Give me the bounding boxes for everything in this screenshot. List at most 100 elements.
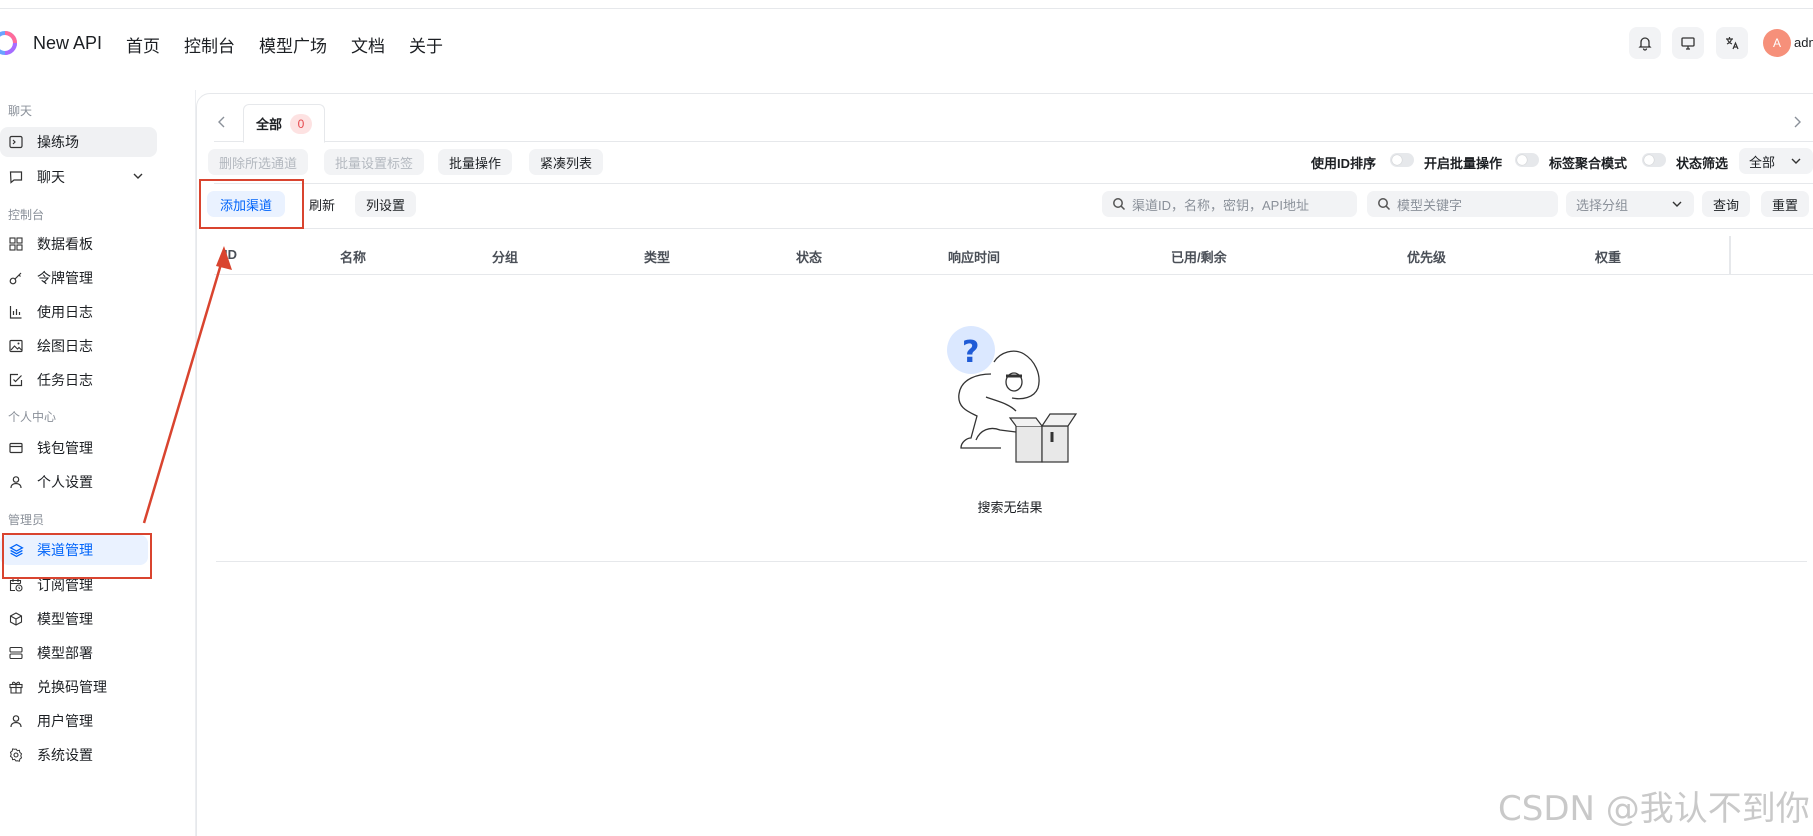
brand-name[interactable]: New API [33,33,102,54]
search-icon [1113,198,1126,211]
table-header-divider [214,274,1813,275]
sidebar-item-system-settings[interactable]: 系统设置 [0,740,157,770]
sidebar-item-tokens[interactable]: 令牌管理 [0,263,157,293]
channel-search-input[interactable]: 渠道ID，名称，密钥，API地址 [1102,191,1357,217]
translate-icon [1726,37,1739,50]
sidebar-item-label: 钱包管理 [37,440,93,456]
compact-list-button[interactable]: 紧凑列表 [529,149,604,175]
section-admin: 管理员 [8,513,45,527]
sidebar-item-users[interactable]: 用户管理 [0,706,157,736]
sidebar-item-label: 用户管理 [37,713,93,729]
refresh-button[interactable]: 刷新 [298,191,346,217]
gear-icon [8,747,24,763]
sidebar-item-model-deploy[interactable]: 模型部署 [0,638,157,668]
sort-by-id-label: 使用ID排序 [1311,156,1377,171]
toolbar-divider [214,183,1813,184]
batch-tag-button[interactable]: 批量设置标签 [324,149,425,175]
column-used-remaining[interactable]: 已用/剩余 [1171,247,1227,266]
sort-by-id-toggle[interactable] [1390,153,1414,167]
username[interactable]: admin [1794,35,1813,50]
message-icon [8,169,24,185]
sidebar-item-models[interactable]: 模型管理 [0,604,157,634]
section-console: 控制台 [8,208,45,222]
query-button[interactable]: 查询 [1702,191,1751,217]
watermark: CSDN @我认不到你 [1498,789,1810,829]
checkbox-icon [8,372,24,388]
column-response-time[interactable]: 响应时间 [948,247,1000,266]
sidebar-item-personal-settings[interactable]: 个人设置 [0,467,157,497]
section-personal: 个人中心 [8,410,57,424]
table-top-divider [214,228,1813,229]
sidebar-item-wallet[interactable]: 钱包管理 [0,433,157,463]
tab-label: 全部 [256,117,283,132]
column-id[interactable]: ID [224,247,237,262]
column-group[interactable]: 分组 [492,247,518,266]
sidebar-item-label: 模型部署 [37,645,93,661]
sidebar-item-redeem[interactable]: 兑换码管理 [0,672,157,702]
column-type[interactable]: 类型 [644,247,670,266]
status-filter-value: 全部 [1749,154,1776,170]
app-logo-icon[interactable] [0,30,18,56]
calendar-clock-icon [8,577,24,593]
chevron-right-icon[interactable] [1789,114,1805,130]
status-filter-label: 状态筛选 [1676,156,1729,171]
column-name[interactable]: 名称 [340,247,366,266]
terminal-icon [8,134,24,150]
annotation-box-add-channel [199,179,304,229]
empty-state-text: 搜索无结果 [977,500,1043,515]
annotation-box-channels [2,533,152,579]
nav-home[interactable]: 首页 [126,32,160,57]
sidebar-item-chat[interactable]: 聊天 [0,162,157,192]
column-weight[interactable]: 权重 [1595,247,1621,266]
batch-mode-toggle[interactable] [1515,153,1539,167]
sidebar-item-label: 聊天 [37,169,65,185]
section-chat: 聊天 [8,104,33,118]
column-status[interactable]: 状态 [796,247,822,266]
sidebar-item-playground[interactable]: 操练场 [0,127,157,157]
reset-button[interactable]: 重置 [1761,191,1810,217]
sidebar-item-label: 模型管理 [37,611,93,627]
sidebar: 聊天 操练场 聊天 控制台 数据看板 令牌管理 使用日志 绘图日志 任务日志 个… [0,90,196,836]
status-filter-select[interactable]: 全部 [1739,148,1813,174]
monitor-icon [1681,37,1695,50]
sidebar-item-drawing-log[interactable]: 绘图日志 [0,331,157,361]
nav-about[interactable]: 关于 [409,32,443,57]
theme-button[interactable] [1672,27,1704,59]
notifications-button[interactable] [1629,27,1661,59]
sidebar-item-label: 系统设置 [37,747,93,763]
cube-icon [8,611,24,627]
tag-aggregate-label: 标签聚合模式 [1549,156,1628,171]
model-keyword-placeholder: 模型关键字 [1397,197,1463,213]
sidebar-item-label: 令牌管理 [37,270,93,286]
tag-aggregate-toggle[interactable] [1642,153,1666,167]
group-select-placeholder: 选择分组 [1576,197,1629,213]
nav-model-market[interactable]: 模型广场 [259,32,327,57]
group-select[interactable]: 选择分组 [1566,191,1694,217]
nav-console[interactable]: 控制台 [184,32,235,57]
sidebar-item-label: 数据看板 [37,236,93,252]
channel-search-placeholder: 渠道ID，名称，密钥，API地址 [1132,197,1309,213]
sidebar-item-task-log[interactable]: 任务日志 [0,365,157,395]
sidebar-item-label: 兑换码管理 [37,679,107,695]
chevron-down-icon [1791,158,1801,164]
chevron-down-icon[interactable] [131,169,145,183]
user-icon [8,713,24,729]
sidebar-item-usage-log[interactable]: 使用日志 [0,297,157,327]
batch-operations-button[interactable]: 批量操作 [438,149,513,175]
table-bottom-divider [216,561,1807,562]
sidebar-item-label: 操练场 [37,134,79,150]
search-icon [1378,198,1391,211]
user-avatar[interactable]: A [1763,29,1791,57]
column-priority[interactable]: 优先级 [1407,247,1446,266]
language-button[interactable] [1716,27,1748,59]
server-icon [8,645,24,661]
tab-all[interactable]: 全部 0 [243,104,326,143]
chevron-left-icon[interactable] [214,114,230,130]
sidebar-item-label: 使用日志 [37,304,93,320]
sidebar-item-label: 个人设置 [37,474,93,490]
model-keyword-input[interactable]: 模型关键字 [1367,191,1558,217]
sidebar-item-dashboard[interactable]: 数据看板 [0,229,157,259]
nav-docs[interactable]: 文档 [351,32,385,57]
delete-selected-button[interactable]: 删除所选通道 [208,149,309,175]
column-settings-button[interactable]: 列设置 [355,191,417,217]
